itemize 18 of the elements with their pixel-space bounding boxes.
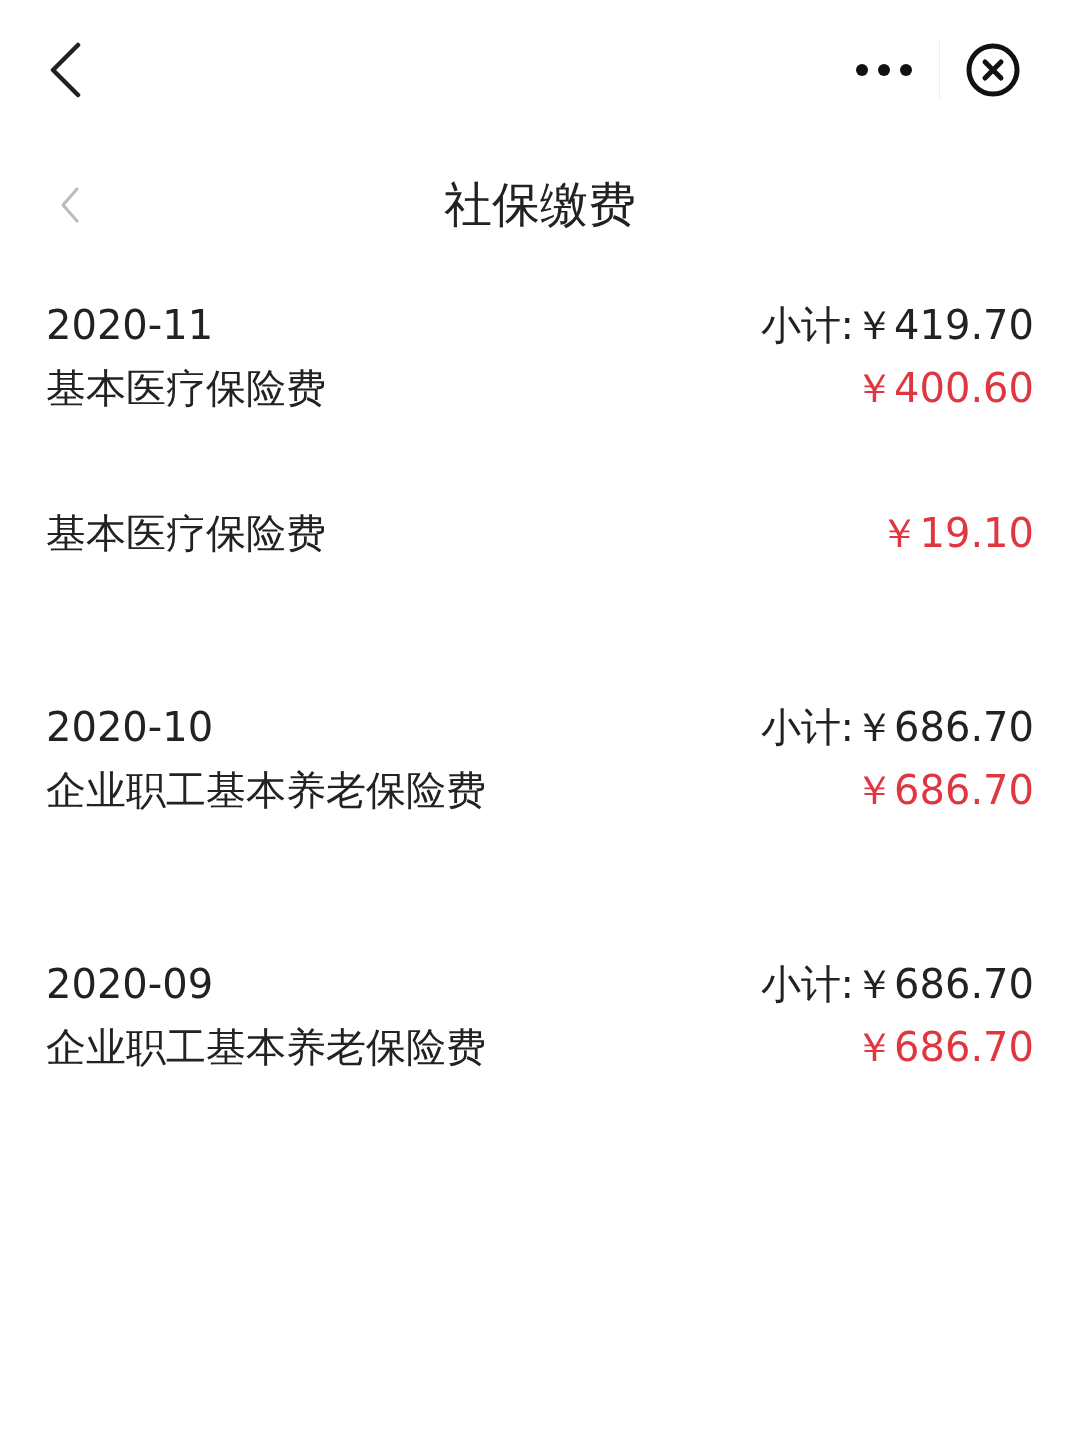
month-label: 2020-10 [46, 704, 214, 750]
fee-amount: ￥19.10 [879, 509, 1034, 558]
subtotal: 小计:￥419.70 [760, 300, 1034, 350]
more-icon[interactable] [855, 63, 913, 77]
fee-name: 基本医疗保险费 [46, 509, 326, 558]
fee-name: 企业职工基本养老保险费 [46, 1023, 486, 1072]
subtotal: 小计:￥686.70 [760, 959, 1034, 1009]
fee-name: 基本医疗保险费 [46, 364, 326, 413]
subtotal: 小计:￥686.70 [760, 702, 1034, 752]
fee-amount: ￥686.70 [854, 1023, 1034, 1072]
page-title: 社保缴费 [444, 174, 636, 234]
month-label: 2020-11 [46, 302, 214, 348]
fee-amount: ￥686.70 [854, 766, 1034, 815]
back-icon[interactable] [48, 42, 82, 98]
fee-amount: ￥400.60 [854, 364, 1034, 413]
fee-name: 企业职工基本养老保险费 [46, 766, 486, 815]
month-label: 2020-09 [46, 961, 214, 1007]
close-icon[interactable] [966, 43, 1020, 97]
